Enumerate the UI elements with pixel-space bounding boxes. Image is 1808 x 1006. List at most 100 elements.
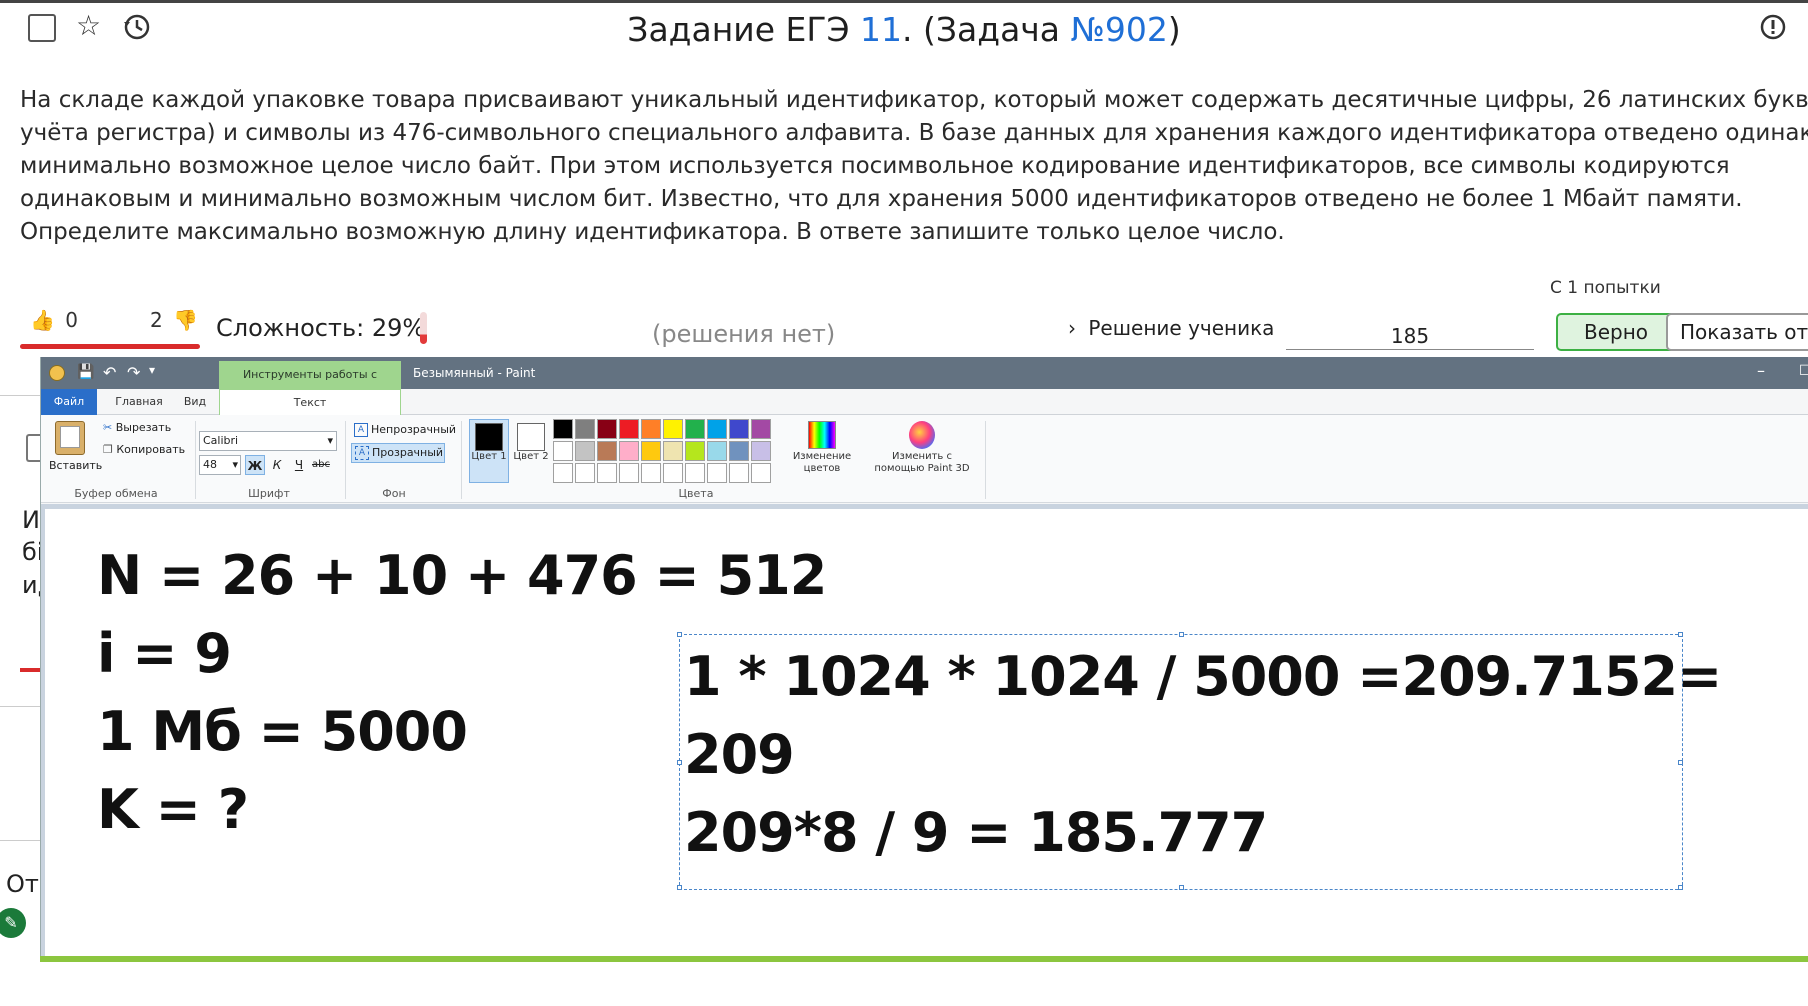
palette-swatch[interactable] [729,419,749,439]
cut-button[interactable]: ✂ Вырезать [103,421,171,434]
resize-handle[interactable] [1678,885,1683,890]
palette-swatch[interactable] [751,441,771,461]
font-size-select[interactable]: 48 ▾ [199,455,241,475]
palette-swatch[interactable] [729,463,749,483]
color2-label: Цвет 2 [513,451,549,462]
palette-swatch[interactable] [619,441,639,461]
rating-bar-fragment [20,668,40,672]
paste-icon[interactable] [55,421,85,455]
color1-button[interactable]: Цвет 1 [469,419,509,483]
canvas-text-line: K = ? [97,778,249,841]
palette-swatch[interactable] [685,463,705,483]
resize-handle[interactable] [1678,632,1683,637]
opaque-option[interactable]: A Непрозрачный [351,421,459,441]
page-title: Задание ЕГЭ 11. (Задача №902) [0,10,1808,49]
drawing-canvas[interactable]: N = 26 + 10 + 476 = 512 i = 9 1 Мб = 500… [45,509,1808,962]
palette-swatch[interactable] [575,463,595,483]
clipboard-group-label: Буфер обмена [74,487,158,500]
bold-button[interactable]: Ж [245,455,265,475]
text-box[interactable]: 1 * 1024 * 1024 / 5000 =209.7152= 209 20… [677,632,1722,890]
divider [0,395,44,396]
underline-button[interactable]: Ч [289,455,309,475]
save-icon[interactable]: 💾 [77,364,94,380]
dislike-button[interactable]: 2 👎 [150,308,198,332]
resize-handle[interactable] [677,760,682,765]
strikethrough-button[interactable]: abc [311,455,331,475]
palette-swatch[interactable] [597,463,617,483]
answer-input[interactable]: 185 [1286,318,1534,350]
paste-button[interactable]: Вставить [49,459,102,472]
canvas-area: N = 26 + 10 + 476 = 512 i = 9 1 Мб = 500… [41,504,1808,962]
palette-swatch[interactable] [575,441,595,461]
canvas-text-line: i = 9 [97,622,232,685]
copy-button[interactable]: ❐ Копировать [103,443,185,456]
palette-swatch[interactable] [729,441,749,461]
palette-swatch[interactable] [597,441,617,461]
colors-group-label: Цвета [678,487,714,500]
italic-button[interactable]: К [267,455,287,475]
maximize-button[interactable]: ☐ [1799,363,1808,379]
palette-swatch[interactable] [597,419,617,439]
show-answer-button[interactable]: Показать ответ [1666,313,1808,351]
font-family-select[interactable]: Calibri ▾ [199,431,337,451]
palette-swatch[interactable] [641,419,661,439]
palette-swatch[interactable] [663,463,683,483]
resize-handle[interactable] [1678,760,1683,765]
resize-handle[interactable] [677,632,682,637]
palette-swatch[interactable] [619,419,639,439]
palette-swatch[interactable] [553,419,573,439]
thumbs-up-icon: 👍 [30,308,55,332]
canvas-text-line: N = 26 + 10 + 476 = 512 [97,544,827,607]
palette-swatch[interactable] [685,419,705,439]
color2-button[interactable]: Цвет 2 [511,419,551,483]
palette-swatch[interactable] [619,463,639,483]
chevron-down-icon: ▾ [232,458,238,471]
undo-icon[interactable]: ↶ [103,363,116,382]
palette-swatch[interactable] [707,463,727,483]
tab-file[interactable]: Файл [41,389,97,415]
palette-swatch[interactable] [641,441,661,461]
palette-swatch[interactable] [663,441,683,461]
palette-swatch[interactable] [575,419,595,439]
task-text-line: На складе каждой упаковке товара присваи… [20,87,1808,113]
status-accent-bar [40,956,1808,962]
task-number-link[interactable]: №902 [1071,10,1168,49]
customize-toolbar-icon[interactable]: ▾ [149,363,155,377]
paint-app-icon [49,365,65,381]
correct-button[interactable]: Верно [1556,313,1676,351]
student-solution-toggle[interactable]: › Решение ученика [1068,316,1274,340]
redo-icon[interactable]: ↷ [127,363,140,382]
palette-swatch[interactable] [751,419,771,439]
paint-ribbon: Вставить ✂ Вырезать ❐ Копировать Буфер о… [41,415,1808,503]
paint3d-icon [909,421,935,449]
top-border [0,0,1808,3]
tab-view[interactable]: Вид [175,389,215,415]
palette-swatch[interactable] [685,441,705,461]
like-button[interactable]: 👍 0 [30,308,78,332]
group-separator [985,421,986,499]
palette-swatch[interactable] [553,441,573,461]
paint3d-button[interactable]: Изменить с помощью Paint 3D [867,419,977,475]
palette-swatch[interactable] [707,419,727,439]
task-text-line: минимально возможное целое число байт. П… [20,153,1730,179]
palette-swatch[interactable] [641,463,661,483]
report-icon[interactable] [1760,14,1786,44]
palette-swatch[interactable] [663,419,683,439]
exam-task-link[interactable]: 11 [860,10,902,49]
canvas-text-line: 1 Мб = 5000 [97,700,468,763]
likes-count: 0 [65,308,78,332]
resize-handle[interactable] [677,885,682,890]
resize-handle[interactable] [1179,632,1184,637]
color1-label: Цвет 1 [471,451,507,462]
resize-handle[interactable] [1179,885,1184,890]
task-text: На складе каждой упаковке товара присваи… [20,84,1808,249]
palette-swatch[interactable] [751,463,771,483]
edit-colors-button[interactable]: Изменение цветов [787,419,857,475]
tab-home[interactable]: Главная [105,389,173,415]
palette-swatch[interactable] [707,441,727,461]
dislikes-count: 2 [150,308,163,332]
transparent-option[interactable]: A Прозрачный [351,443,445,463]
minimize-button[interactable]: – [1757,361,1765,380]
tab-text[interactable]: Текст [219,389,401,416]
palette-swatch[interactable] [553,463,573,483]
